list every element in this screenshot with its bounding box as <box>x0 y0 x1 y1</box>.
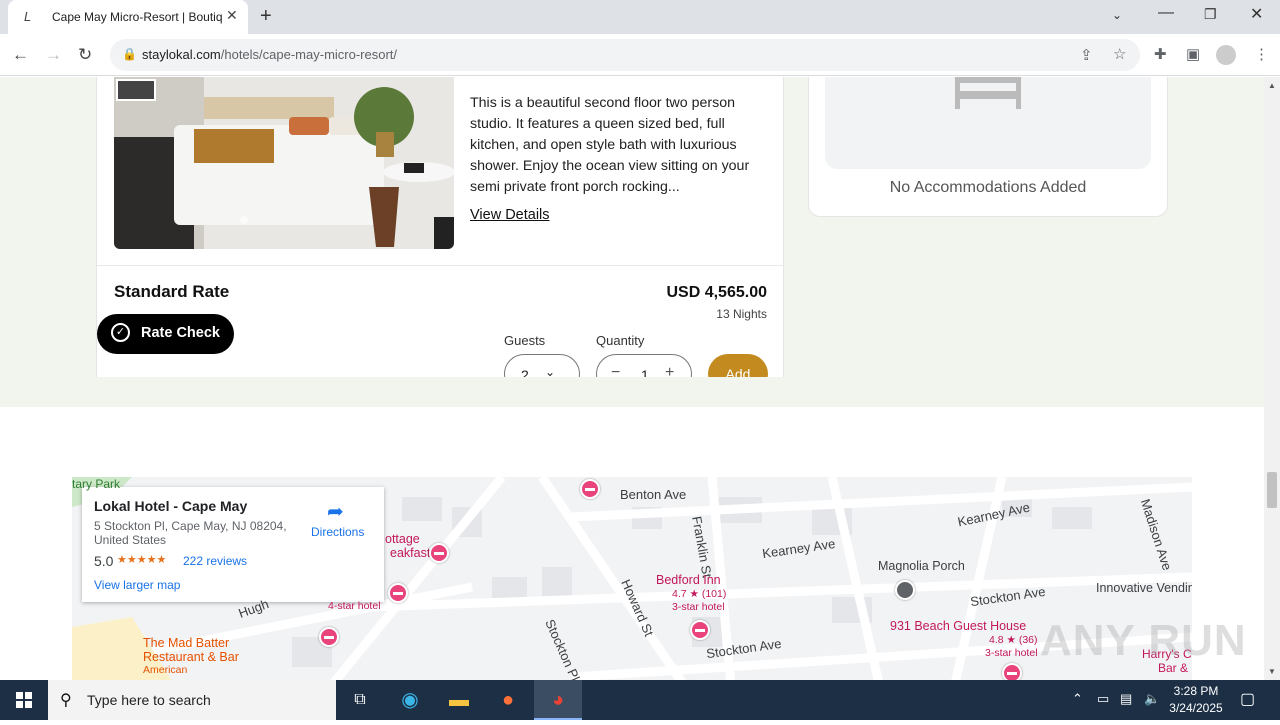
hotel-pin-icon[interactable]: ▬ <box>319 627 339 647</box>
map-label-park: tary Park <box>72 477 121 491</box>
hotel-pin-icon[interactable]: ▬ <box>1002 663 1022 680</box>
view-details-link[interactable]: View Details <box>470 207 550 223</box>
tab-strip: L Cape May Micro-Resort | Boutiq ✕ + ⌄ —… <box>0 0 1280 34</box>
profile-avatar[interactable] <box>1216 45 1236 65</box>
volume-icon[interactable]: 🔈 <box>1144 691 1160 707</box>
scroll-thumb[interactable] <box>1267 472 1277 508</box>
map-label-mad-batter-2: Restaurant & Bar <box>143 650 239 664</box>
map-label-bedford-class: 3-star hotel <box>672 601 725 613</box>
restore-icon[interactable]: ❐ <box>1204 6 1217 23</box>
search-placeholder: Type here to search <box>87 692 211 708</box>
search-icon: ⚲ <box>60 692 72 709</box>
hotel-pin-icon[interactable]: ▬ <box>690 620 710 640</box>
chrome-icon[interactable]: ◕ <box>534 680 582 720</box>
check-circle-icon: ✓ <box>111 323 130 342</box>
rating-stars: ★★★★★ <box>117 554 167 566</box>
place-address: 5 Stockton Pl, Cape May, NJ 08204, Unite… <box>94 519 287 547</box>
place-rating: 5.0 <box>94 553 114 569</box>
map-label-cottage: ottage <box>385 532 420 546</box>
accommodations-panel: No Accommodations Added <box>808 77 1168 217</box>
place-name: Lokal Hotel - Cape May <box>94 498 248 514</box>
lock-icon[interactable]: 🔒 <box>122 47 137 61</box>
section-bottom <box>72 377 1192 407</box>
favicon-icon: L <box>24 9 32 24</box>
extensions-icon[interactable]: ✚ <box>1154 45 1167 63</box>
rate-price: USD 4,565.00 <box>666 284 767 301</box>
close-icon[interactable]: ✕ <box>226 7 238 24</box>
quantity-label: Quantity <box>596 333 645 348</box>
map-label-beach-class: 3-star hotel <box>985 647 1038 659</box>
bed-icon <box>955 77 1021 109</box>
map-label-mad-batter-type: American <box>143 664 188 676</box>
taskbar: ⚲ Type here to search ⧉ ◉ ▬ ● ◕ ⌃ ▭ ▤ 🔈 … <box>0 680 1280 720</box>
start-button[interactable] <box>0 680 48 720</box>
map-label-mad-batter[interactable]: The Mad Batter <box>143 636 229 650</box>
minimize-icon[interactable]: — <box>1158 4 1174 22</box>
page-scrollbar[interactable]: ▲ ▼ <box>1264 77 1280 680</box>
rate-check-label: Rate Check <box>141 325 220 341</box>
file-explorer-icon[interactable]: ▬ <box>435 680 483 720</box>
system-clock[interactable]: 3:28 PM 3/24/2025 <box>1164 683 1228 717</box>
edge-icon[interactable]: ◉ <box>386 680 434 720</box>
map-label-breakfast: eakfast <box>390 546 431 560</box>
map-label-four-star: 4-star hotel <box>328 600 381 612</box>
hotel-pin-icon[interactable]: ▬ <box>429 543 449 563</box>
firefox-icon[interactable]: ● <box>484 680 532 720</box>
window-close-icon[interactable]: ✕ <box>1250 4 1263 24</box>
no-accommodations-text: No Accommodations Added <box>889 179 1087 196</box>
network-icon[interactable]: ▤ <box>1120 691 1132 707</box>
windows-icon <box>16 692 32 708</box>
map-label-bedford-inn[interactable]: Bedford Inn <box>656 573 721 587</box>
room-description: This is a beautiful second floor two per… <box>470 95 750 195</box>
new-tab-icon[interactable]: + <box>260 5 272 28</box>
scroll-down-icon[interactable]: ▼ <box>1268 667 1276 676</box>
map-label-beach-guest-house[interactable]: 931 Beach Guest House <box>890 619 1026 633</box>
room-photo[interactable] <box>114 77 454 249</box>
url-text: staylokal.com/hotels/cape-may-micro-reso… <box>142 47 398 62</box>
taskbar-search[interactable]: ⚲ Type here to search <box>48 680 336 720</box>
tray-chevron-icon[interactable]: ⌃ <box>1072 691 1083 707</box>
address-bar[interactable]: 🔒 staylokal.com/hotels/cape-may-micro-re… <box>110 39 1140 71</box>
hotel-pin-icon[interactable]: ▬ <box>388 583 408 603</box>
rate-check-button[interactable]: ✓ Rate Check <box>97 314 234 354</box>
watermark-logo: ANY RUN <box>1040 616 1247 665</box>
hotel-pin-icon[interactable]: ▬ <box>580 479 600 499</box>
reload-icon[interactable]: ↻ <box>78 45 92 65</box>
view-larger-map-link[interactable]: View larger map <box>94 578 180 592</box>
page-viewport: This is a beautiful second floor two per… <box>0 77 1264 680</box>
map-label-bedford-rating: 4.7 ★ (101) <box>672 588 727 600</box>
toolbar: ← → ↻ 🔒 staylokal.com/hotels/cape-may-mi… <box>0 34 1280 76</box>
map-label-benton-ave: Benton Ave <box>620 487 687 502</box>
directions-icon[interactable]: ➦ <box>327 499 344 524</box>
map-label-beach-rating: 4.8 ★ (36) <box>989 634 1038 646</box>
back-icon[interactable]: ← <box>12 45 29 65</box>
map-label-magnolia-porch: Magnolia Porch <box>878 559 965 573</box>
divider <box>97 265 785 266</box>
tab-active[interactable]: L Cape May Micro-Resort | Boutiq ✕ <box>8 0 248 34</box>
network-monitor-icon[interactable]: ▭ <box>1097 691 1109 707</box>
scroll-up-icon[interactable]: ▲ <box>1268 81 1276 90</box>
notifications-icon[interactable]: ▢ <box>1240 689 1255 709</box>
menu-icon[interactable]: ⋮ <box>1254 45 1269 63</box>
clock-time: 3:28 PM <box>1173 684 1219 698</box>
side-panel-icon[interactable]: ▣ <box>1186 45 1200 63</box>
bookmark-star-icon[interactable]: ☆ <box>1113 45 1126 63</box>
forward-icon[interactable]: → <box>45 45 62 65</box>
place-info-window: Lokal Hotel - Cape May 5 Stockton Pl, Ca… <box>82 487 384 602</box>
map-pin-icon[interactable] <box>895 580 915 600</box>
map-label-innovative-vending: Innovative Vending Solutic <box>1096 581 1192 595</box>
share-icon[interactable]: ⇪ <box>1080 46 1093 64</box>
room-card: This is a beautiful second floor two per… <box>96 77 785 394</box>
rate-name: Standard Rate <box>114 282 230 301</box>
tab-title: Cape May Micro-Resort | Boutiq <box>52 10 222 24</box>
directions-link[interactable]: Directions <box>311 525 364 539</box>
tab-search-icon[interactable]: ⌄ <box>1112 8 1122 22</box>
rate-nights: 13 Nights <box>716 307 767 321</box>
google-map[interactable]: Lokal Hotel - Cape May 5 Stockton Pl, Ca… <box>72 477 1192 680</box>
task-view-icon[interactable]: ⧉ <box>336 680 384 720</box>
guests-label: Guests <box>504 333 546 348</box>
clock-date: 3/24/2025 <box>1169 701 1223 715</box>
empty-state-box <box>825 77 1151 169</box>
reviews-link[interactable]: 222 reviews <box>183 554 247 568</box>
